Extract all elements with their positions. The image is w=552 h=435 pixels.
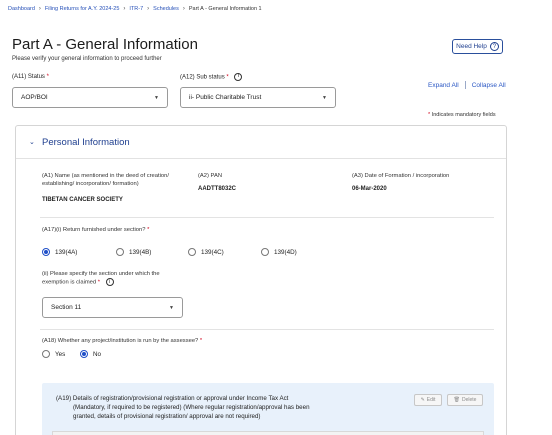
radio-139-4a[interactable]: 139(4A): [42, 248, 77, 256]
collapse-all-link[interactable]: Collapse All: [472, 82, 506, 89]
registration-details-box: (A19) Details of registration/provisiona…: [42, 383, 494, 435]
radio-139-4c[interactable]: 139(4C): [188, 248, 224, 256]
page: Dashboard › Filing Returns for A.Y. 2024…: [0, 0, 552, 435]
breadcrumb-schedules[interactable]: Schedules: [153, 6, 179, 12]
radio-button[interactable]: [261, 248, 269, 256]
breadcrumb-dashboard[interactable]: Dashboard: [8, 6, 35, 12]
delete-button[interactable]: 🗑 Delete: [447, 394, 483, 406]
exemption-section-select[interactable]: Section 11 ▼: [42, 297, 183, 318]
formation-date-value: 06-Mar-2020: [352, 186, 387, 192]
required-mark: *: [97, 279, 101, 286]
exemption-label-line2: exemption is claimed: [42, 279, 97, 286]
radio-project-no[interactable]: No: [80, 350, 101, 358]
radio-button[interactable]: [116, 248, 124, 256]
exemption-label-line1: (ii) Please specify the section under wh…: [42, 271, 160, 277]
breadcrumb-filing-returns[interactable]: Filing Returns for A.Y. 2024-25: [45, 6, 120, 12]
edit-button[interactable]: ✎ Edit: [414, 394, 442, 406]
mandatory-note: * Indicates mandatory fields: [428, 112, 496, 118]
radio-label: 139(4A): [55, 248, 78, 256]
delete-label: Delete: [461, 397, 477, 403]
registration-details-text: (A19) Details of registration/provisiona…: [56, 395, 356, 422]
sub-status-value: ii- Public Charitable Trust: [189, 94, 262, 101]
caret-down-icon: ▼: [322, 94, 327, 101]
radio-label: Yes: [55, 350, 66, 358]
radio-button-selected[interactable]: [80, 350, 88, 358]
info-icon[interactable]: i: [234, 73, 243, 81]
mandatory-note-text: Indicates mandatory fields: [431, 112, 496, 118]
breadcrumb-separator: ›: [38, 6, 41, 12]
divider: [40, 329, 494, 330]
status-select[interactable]: AOP/BOI ▼: [12, 87, 168, 108]
pencil-icon: ✎: [420, 397, 425, 403]
pan-label: (A2) PAN: [198, 173, 223, 179]
radio-label: 139(4C): [201, 248, 224, 256]
page-subtitle: Please verify your general information t…: [12, 56, 162, 62]
section-header-divider: [16, 158, 506, 159]
project-label: (A18) Whether any project/institution is…: [42, 337, 202, 345]
section-header[interactable]: ⌄ Personal Information: [16, 126, 506, 160]
radio-button-selected[interactable]: [42, 248, 50, 256]
info-icon[interactable]: i: [105, 278, 114, 287]
required-mark: *: [147, 227, 150, 233]
project-label-text: (A18) Whether any project/institution is…: [42, 338, 199, 344]
expand-all-link[interactable]: Expand All: [428, 82, 459, 89]
required-mark: *: [226, 74, 229, 81]
name-value: TIBETAN CANCER SOCIETY: [42, 197, 123, 203]
registration-line3: granted, details of provisional registra…: [73, 412, 261, 420]
need-help-button[interactable]: Need Help ?: [452, 39, 503, 54]
breadcrumb-current: Part A - General Information 1: [188, 6, 262, 12]
personal-information-section: ⌄ Personal Information (A1) Name (as men…: [15, 125, 507, 435]
radio-139-4d[interactable]: 139(4D): [261, 248, 297, 256]
return-section-label: (A17)(i) Return furnished under section?…: [42, 226, 149, 234]
chevron-down-icon[interactable]: ⌄: [29, 138, 35, 146]
sub-status-label-text: (A12) Sub status: [180, 74, 225, 81]
radio-139-4b[interactable]: 139(4B): [116, 248, 151, 256]
status-label-text: (A11) Status: [12, 74, 45, 80]
caret-down-icon: ▼: [169, 304, 174, 311]
breadcrumb: Dashboard › Filing Returns for A.Y. 2024…: [8, 6, 262, 12]
radio-label: 139(4D): [274, 248, 297, 256]
breadcrumb-separator: ›: [182, 6, 185, 12]
name-label-line1: (A1) Name (as mentioned in the deed of c…: [42, 173, 169, 179]
registration-table-header: [52, 431, 484, 435]
radio-button[interactable]: [188, 248, 196, 256]
radio-button[interactable]: [42, 350, 50, 358]
formation-date-label: (A3) Date of Formation / incorporation: [352, 173, 450, 179]
breadcrumb-itr7[interactable]: ITR-7: [129, 6, 143, 12]
page-title: Part A - General Information: [12, 36, 198, 53]
status-value: AOP/BOI: [21, 94, 48, 101]
required-mark: *: [46, 74, 49, 80]
breadcrumb-separator: ›: [147, 6, 150, 12]
exemption-section-value: Section 11: [51, 304, 82, 311]
status-label: (A11) Status *: [12, 74, 49, 80]
required-mark: *: [199, 338, 203, 344]
caret-down-icon: ▼: [154, 94, 159, 101]
expand-collapse-controls: Expand All Collapse All: [428, 81, 506, 89]
radio-label: 139(4B): [129, 248, 152, 256]
name-label: (A1) Name (as mentioned in the deed of c…: [42, 172, 169, 189]
return-section-label-text: (A17)(i) Return furnished under section?: [42, 227, 146, 233]
sub-status-select[interactable]: ii- Public Charitable Trust ▼: [180, 87, 336, 108]
need-help-label: Need Help: [456, 43, 487, 50]
exemption-label: (ii) Please specify the section under wh…: [42, 270, 160, 287]
radio-project-yes[interactable]: Yes: [42, 350, 65, 358]
section-title: Personal Information: [42, 137, 130, 148]
edit-label: Edit: [426, 397, 436, 403]
radio-label: No: [93, 350, 102, 358]
name-label-line2: establishing/ incorporation/ formation): [42, 181, 139, 188]
registration-code: (A19): [56, 395, 72, 402]
trash-icon: 🗑: [453, 397, 460, 403]
sub-status-label: (A12) Sub status * i: [180, 73, 243, 81]
required-mark: *: [428, 112, 431, 118]
link-separator: [464, 81, 466, 89]
divider: [40, 217, 494, 218]
pan-value: AADTT8032C: [198, 186, 237, 192]
registration-line2: (Mandatory, if required to be registered…: [73, 403, 310, 411]
registration-line1: Details of registration/provisional regi…: [72, 395, 289, 402]
question-icon: ?: [489, 42, 499, 51]
breadcrumb-separator: ›: [123, 6, 126, 12]
